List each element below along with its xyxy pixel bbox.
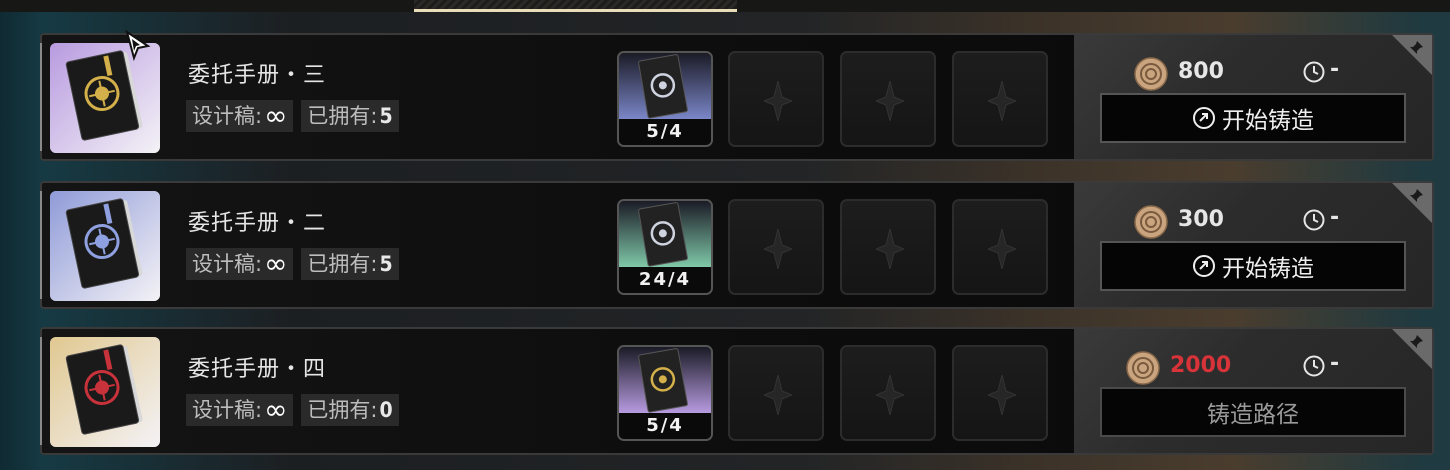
item-name: 委托手册・三	[188, 63, 327, 88]
material-slot[interactable]: 5/4	[617, 345, 713, 441]
button-label: 铸造路径	[1207, 402, 1299, 428]
empty-material-slot	[728, 199, 824, 295]
button-label: 开始铸造	[1222, 108, 1314, 134]
forge-recipe-row[interactable]: 委托手册・二 设计稿: ∞ 已拥有: 5 24/4 300 - 开始铸造	[40, 181, 1434, 309]
forge-recipe-row[interactable]: 委托手册・四 设计稿: ∞ 已拥有: 0 5/4 2000 - 铸造路径	[40, 327, 1434, 455]
forge-cost: 300	[1178, 207, 1224, 232]
empty-slot-icon	[988, 375, 1016, 415]
active-tab-indicator[interactable]	[414, 0, 737, 12]
forge-icon	[1193, 107, 1215, 129]
item-thumbnail[interactable]	[50, 191, 160, 301]
cursor-icon	[125, 30, 151, 62]
empty-material-slot	[728, 345, 824, 441]
blueprint-label: 设计稿:	[192, 398, 263, 422]
owned-tag: 已拥有: 5	[301, 248, 399, 280]
empty-material-slot	[840, 345, 936, 441]
material-count: 24/4	[619, 267, 711, 293]
forge-panel: 800 - 开始铸造	[1074, 35, 1432, 159]
forge-path-button[interactable]: 铸造路径	[1100, 387, 1406, 437]
pin-icon[interactable]	[1408, 188, 1424, 204]
item-name: 委托手册・四	[188, 357, 327, 382]
empty-slot-icon	[988, 229, 1016, 269]
blueprint-tag: 设计稿: ∞	[186, 99, 294, 132]
owned-value: 5	[379, 252, 393, 276]
clock-icon	[1303, 61, 1325, 83]
forge-time: -	[1330, 205, 1340, 230]
owned-value: 5	[379, 104, 393, 128]
empty-material-slot	[952, 51, 1048, 147]
blueprint-label: 设计稿:	[192, 104, 263, 128]
empty-slot-icon	[876, 229, 904, 269]
empty-material-slot	[840, 51, 936, 147]
owned-tag: 已拥有: 0	[301, 394, 399, 426]
forge-cost: 2000	[1170, 353, 1232, 378]
infinite-value: ∞	[264, 247, 288, 280]
clock-icon	[1303, 209, 1325, 231]
material-slot[interactable]: 5/4	[617, 51, 713, 147]
forge-panel: 2000 - 铸造路径	[1074, 329, 1432, 453]
empty-slot-icon	[764, 375, 792, 415]
empty-slot-icon	[764, 229, 792, 269]
infinite-value: ∞	[264, 393, 288, 426]
owned-tag: 已拥有: 5	[301, 100, 399, 132]
pin-icon[interactable]	[1408, 334, 1424, 350]
button-label: 开始铸造	[1222, 256, 1314, 282]
owned-label: 已拥有:	[307, 398, 378, 422]
material-slot[interactable]: 24/4	[617, 199, 713, 295]
item-name: 委托手册・二	[188, 211, 327, 236]
blueprint-tag: 设计稿: ∞	[186, 393, 294, 426]
forge-icon	[1193, 255, 1215, 277]
forge-recipe-row[interactable]: 委托手册・三 设计稿: ∞ 已拥有: 5 5/4 800 - 开始铸造	[40, 33, 1434, 161]
empty-slot-icon	[764, 81, 792, 121]
forge-panel: 300 - 开始铸造	[1074, 183, 1432, 307]
infinite-value: ∞	[264, 99, 288, 132]
owned-value: 0	[379, 398, 393, 422]
empty-slot-icon	[988, 81, 1016, 121]
forge-cost: 800	[1178, 59, 1224, 84]
pin-icon[interactable]	[1408, 40, 1424, 56]
material-count: 5/4	[619, 119, 711, 145]
owned-label: 已拥有:	[307, 252, 378, 276]
blueprint-label: 设计稿:	[192, 252, 263, 276]
empty-slot-icon	[876, 375, 904, 415]
empty-material-slot	[952, 345, 1048, 441]
empty-material-slot	[840, 199, 936, 295]
clock-icon	[1303, 355, 1325, 377]
empty-material-slot	[952, 199, 1048, 295]
blueprint-tag: 设计稿: ∞	[186, 247, 294, 280]
forge-time: -	[1330, 351, 1340, 376]
coin-icon	[1126, 351, 1160, 385]
owned-label: 已拥有:	[307, 104, 378, 128]
forge-time: -	[1330, 57, 1340, 82]
top-tab-bar	[0, 0, 1450, 12]
empty-material-slot	[728, 51, 824, 147]
coin-icon	[1134, 57, 1168, 91]
material-count: 5/4	[619, 413, 711, 439]
start-forge-button[interactable]: 开始铸造	[1100, 241, 1406, 291]
start-forge-button[interactable]: 开始铸造	[1100, 93, 1406, 143]
empty-slot-icon	[876, 81, 904, 121]
item-thumbnail[interactable]	[50, 337, 160, 447]
coin-icon	[1134, 205, 1168, 239]
